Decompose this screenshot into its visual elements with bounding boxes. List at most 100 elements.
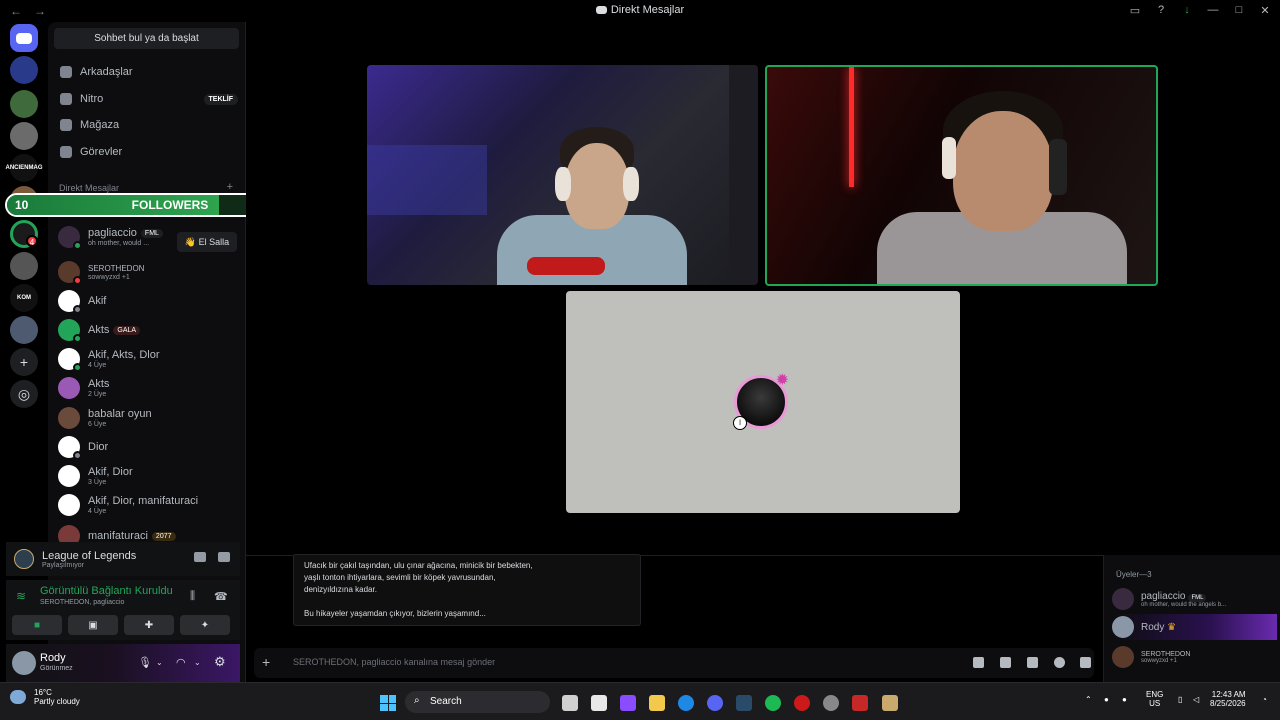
game-status: Paylaşılmıyor — [42, 561, 85, 569]
led-strip — [849, 67, 854, 187]
user-avatar[interactable] — [12, 651, 36, 675]
discover-icon[interactable]: ◎ — [10, 380, 38, 408]
nav-quests[interactable]: Görevler — [56, 141, 238, 163]
settings-app-icon[interactable] — [823, 695, 839, 711]
edge-icon[interactable] — [678, 695, 694, 711]
game-settings-icon[interactable] — [194, 552, 206, 562]
server-icon[interactable]: KOM — [10, 284, 38, 312]
dm-item[interactable]: babalar oyun 6 Üye — [58, 404, 238, 432]
tray-app-icon[interactable]: ● — [1122, 695, 1127, 704]
calendar-app-icon[interactable] — [591, 695, 607, 711]
server-icon[interactable] — [10, 122, 38, 150]
audio-only-tile[interactable]: ✹ ⏽ — [566, 291, 960, 513]
member-item[interactable]: SEROTHEDON sowwyzxd +1 — [1112, 644, 1277, 670]
dm-item[interactable]: Akif — [58, 287, 238, 315]
noise-suppression-icon[interactable]: ⫼ — [190, 590, 195, 603]
opera-icon[interactable] — [794, 695, 810, 711]
task-view-icon[interactable] — [562, 695, 578, 711]
gif-icon[interactable] — [1000, 657, 1011, 668]
tray-app-icon[interactable]: ● — [1104, 695, 1109, 704]
voice-status[interactable]: Görüntülü Bağlantı Kuruldu — [40, 585, 173, 597]
member-item[interactable]: pagliaccio FML oh mother, would the angels… — [1112, 586, 1277, 612]
nitro-icon — [60, 93, 72, 105]
help-icon[interactable]: ? — [1154, 3, 1168, 17]
start-button[interactable] — [380, 695, 396, 711]
username[interactable]: Rody — [40, 652, 66, 664]
tray-overflow-icon[interactable]: ⌃ — [1085, 695, 1092, 704]
apps-icon[interactable] — [1080, 657, 1091, 668]
headphones-icon[interactable]: ◠ — [176, 656, 186, 669]
league-client-icon[interactable] — [882, 695, 898, 711]
spotify-icon[interactable] — [765, 695, 781, 711]
activities-button[interactable]: ✚ — [124, 615, 174, 635]
wave-button[interactable]: 👋 El Salla — [177, 232, 237, 252]
inbox-icon[interactable]: ▭ — [1128, 3, 1142, 17]
server-icon[interactable] — [10, 90, 38, 118]
server-icon[interactable]: ANCIENMAG — [6, 154, 43, 182]
network-icon[interactable]: ▯ — [1178, 695, 1182, 704]
app-icon[interactable] — [852, 695, 868, 711]
avatar — [58, 377, 80, 399]
disconnect-icon[interactable]: ☎ — [214, 590, 228, 603]
dm-item[interactable]: Akif, Akts, Dlor 4 Üye — [58, 345, 238, 373]
nav-nitro[interactable]: Nitro TEKLİF — [56, 88, 238, 110]
message-composer[interactable]: + SEROTHEDON, pagliaccio kanalına mesaj … — [254, 648, 1094, 678]
dm-item[interactable]: SEROTHEDON sowwyzxd +1 — [58, 258, 238, 286]
avatar — [1112, 588, 1134, 610]
copilot-icon[interactable] — [620, 695, 636, 711]
window-title: Direkt Mesajlar — [0, 4, 1280, 16]
server-icon[interactable] — [10, 56, 38, 84]
nav-shop[interactable]: Mağaza — [56, 114, 238, 136]
emoji-icon[interactable] — [1054, 657, 1065, 668]
dm-item[interactable]: Akif, Dior 3 Üye — [58, 462, 238, 490]
avatar — [58, 261, 82, 285]
gift-icon[interactable] — [973, 657, 984, 668]
create-dm-icon[interactable]: + — [227, 181, 233, 193]
taskbar-search[interactable]: ⌕ Search — [405, 691, 550, 713]
file-explorer-icon[interactable] — [649, 695, 665, 711]
steam-icon[interactable] — [736, 695, 752, 711]
room-light — [367, 145, 487, 215]
camera-button[interactable]: ■ — [12, 615, 62, 635]
member-item[interactable]: Rody ♛ — [1112, 614, 1277, 640]
message-embed: Ufacık bir çakıl taşından, ulu çınar ağa… — [293, 554, 641, 626]
weather-widget[interactable]: 16°C Partly cloudy — [10, 688, 80, 706]
volume-icon[interactable]: ◁ — [1193, 695, 1199, 704]
home-button[interactable] — [10, 24, 38, 52]
search-icon: ⌕ — [414, 695, 420, 706]
gear-icon[interactable]: ⚙ — [214, 654, 226, 670]
find-conversation-button[interactable]: Sohbet bul ya da başlat — [54, 28, 239, 49]
notification-bell-icon[interactable]: ◔ — [1262, 695, 1267, 704]
maximize-icon[interactable]: □ — [1232, 3, 1246, 17]
server-icon[interactable] — [10, 316, 38, 344]
screen-share-button[interactable]: ▣ — [68, 615, 118, 635]
voice-connection-panel: ≋ Görüntülü Bağlantı Kuruldu SEROTHEDON,… — [6, 580, 240, 640]
dm-item[interactable]: Dior — [58, 433, 238, 461]
attach-plus-icon[interactable]: + — [262, 654, 270, 670]
add-server-icon[interactable]: + — [10, 348, 38, 376]
dm-item[interactable]: Akts GALA — [58, 316, 238, 344]
language-indicator[interactable]: ENG US — [1146, 690, 1163, 708]
chevron-down-icon[interactable]: ⌄ — [194, 658, 201, 667]
server-icon[interactable]: 4 — [10, 220, 38, 248]
download-icon[interactable]: ↓ — [1180, 3, 1194, 17]
nav-friends[interactable]: Arkadaşlar — [56, 61, 238, 83]
title-bar: ← → Direkt Mesajlar ▭ ? ↓ — □ ✕ — [0, 0, 1280, 22]
signal-icon[interactable]: ≋ — [16, 589, 30, 603]
dm-item[interactable]: Akif, Dior, manifaturaci 4 Üye — [58, 491, 238, 519]
dm-item[interactable]: Akts 2 Üye — [58, 374, 238, 402]
soundboard-button[interactable]: ✦ — [180, 615, 230, 635]
avatar — [58, 348, 82, 372]
minimize-icon[interactable]: — — [1206, 3, 1220, 17]
close-icon[interactable]: ✕ — [1258, 3, 1272, 17]
server-icon[interactable] — [10, 252, 38, 280]
discord-taskbar-icon[interactable] — [707, 695, 723, 711]
clock[interactable]: 12:43 AM 8/25/2026 — [1210, 690, 1246, 708]
chevron-down-icon[interactable]: ⌄ — [156, 658, 163, 667]
stream-game-icon[interactable] — [218, 552, 230, 562]
microphone-icon[interactable]: 🎙 — [138, 656, 152, 669]
video-tile[interactable] — [367, 65, 758, 285]
message-input[interactable]: SEROTHEDON, pagliaccio kanalına mesaj gö… — [293, 657, 495, 667]
sticker-icon[interactable] — [1027, 657, 1038, 668]
video-tile-speaking[interactable] — [765, 65, 1158, 286]
